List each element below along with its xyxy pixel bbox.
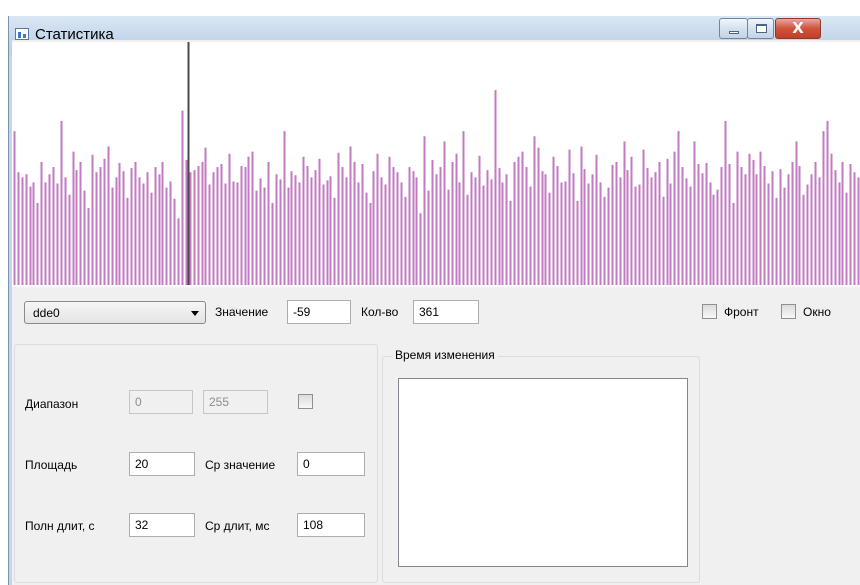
value-input[interactable] (287, 300, 351, 324)
range-label: Диапазон (25, 397, 79, 411)
range-checkbox[interactable] (298, 394, 313, 409)
avg-duration-label: Ср длит, мс (205, 519, 270, 533)
channel-select[interactable]: dde0 (24, 301, 206, 324)
client-area: dde0 Значение Кол-во Фронт Окно Диапазон… (12, 40, 860, 585)
minimize-button[interactable] (719, 18, 748, 39)
change-time-title: Время изменения (392, 348, 498, 362)
close-button[interactable]: X (775, 18, 821, 39)
histogram-svg (13, 42, 860, 285)
channel-select-value: dde0 (33, 306, 60, 320)
range-max-input (203, 390, 268, 414)
area-label: Площадь (25, 458, 78, 472)
chevron-down-icon (191, 311, 199, 316)
avg-value-label: Ср значение (205, 458, 276, 472)
chart-app-icon (15, 28, 29, 40)
window-checkbox[interactable] (781, 304, 796, 319)
window-label: Окно (803, 305, 831, 319)
total-duration-input[interactable] (129, 513, 195, 537)
value-label: Значение (215, 305, 269, 319)
front-label: Фронт (724, 305, 759, 319)
toolbar: dde0 Значение Кол-во Фронт Окно (12, 287, 860, 337)
change-time-list[interactable] (398, 378, 688, 567)
range-min-input (129, 390, 193, 414)
total-duration-label: Полн длит, с (25, 519, 95, 533)
histogram-plot[interactable] (12, 42, 860, 287)
close-icon: X (792, 19, 804, 37)
maximize-icon (756, 24, 767, 33)
count-input[interactable] (413, 300, 479, 324)
maximize-button[interactable] (747, 18, 774, 39)
minimize-icon (729, 31, 739, 34)
area-input[interactable] (129, 452, 195, 476)
front-checkbox[interactable] (702, 304, 717, 319)
avg-duration-input[interactable] (297, 513, 365, 537)
avg-value-input[interactable] (297, 452, 365, 476)
count-label: Кол-во (361, 305, 399, 319)
